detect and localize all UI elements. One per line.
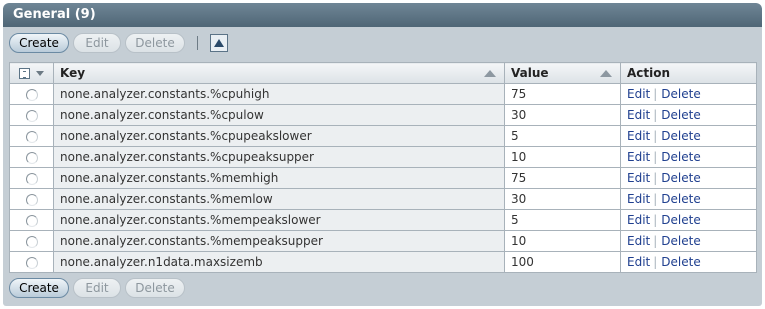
select-column-header[interactable] bbox=[9, 62, 54, 84]
delete-button[interactable]: Delete bbox=[125, 278, 185, 298]
table-row: none.analyzer.n1data.maxsizemb 100 Edit |… bbox=[9, 251, 757, 273]
row-edit-link[interactable]: Edit bbox=[627, 255, 650, 269]
table-row: none.analyzer.constants.%cpulow 30 Edit |… bbox=[9, 104, 757, 126]
action-column-header: Action bbox=[620, 62, 757, 84]
row-edit-link[interactable]: Edit bbox=[627, 87, 650, 101]
edit-button[interactable]: Edit bbox=[73, 278, 121, 298]
action-divider: | bbox=[653, 213, 658, 227]
row-edit-link[interactable]: Edit bbox=[627, 129, 650, 143]
triangle-up-icon bbox=[214, 39, 224, 47]
bottom-toolbar: Create Edit Delete bbox=[9, 277, 189, 299]
table-row: none.analyzer.constants.%cpupeaksupper 1… bbox=[9, 146, 757, 168]
row-delete-link[interactable]: Delete bbox=[661, 192, 700, 206]
action-divider: | bbox=[653, 255, 658, 269]
action-divider: | bbox=[653, 192, 658, 206]
table-row: none.analyzer.constants.%cpupeakslower 5… bbox=[9, 125, 757, 147]
chevron-down-icon[interactable] bbox=[36, 70, 44, 76]
row-select-radio[interactable] bbox=[25, 193, 38, 206]
row-select-radio[interactable] bbox=[25, 235, 38, 248]
action-divider: | bbox=[653, 171, 658, 185]
row-delete-link[interactable]: Delete bbox=[661, 213, 700, 227]
table-row: none.analyzer.constants.%cpuhigh 75 Edit… bbox=[9, 83, 757, 105]
toolbar-separator bbox=[197, 36, 198, 50]
row-value: 5 bbox=[504, 209, 621, 231]
row-select-radio[interactable] bbox=[25, 130, 38, 143]
select-all-icon[interactable] bbox=[19, 67, 30, 79]
row-value: 75 bbox=[504, 167, 621, 189]
row-select-radio[interactable] bbox=[25, 256, 38, 269]
row-edit-link[interactable]: Edit bbox=[627, 150, 650, 164]
value-header-label: Value bbox=[511, 66, 549, 80]
delete-button[interactable]: Delete bbox=[125, 33, 185, 53]
collapse-table-button[interactable] bbox=[210, 34, 228, 52]
row-delete-link[interactable]: Delete bbox=[661, 108, 700, 122]
sort-ascending-icon[interactable] bbox=[600, 70, 612, 77]
row-key: none.analyzer.constants.%memhigh bbox=[53, 167, 505, 189]
row-select-radio[interactable] bbox=[25, 88, 38, 101]
row-value: 10 bbox=[504, 146, 621, 168]
row-edit-link[interactable]: Edit bbox=[627, 108, 650, 122]
edit-button[interactable]: Edit bbox=[73, 33, 121, 53]
row-key: none.analyzer.constants.%mempeaksupper bbox=[53, 230, 505, 252]
row-select-radio[interactable] bbox=[25, 172, 38, 185]
row-value: 10 bbox=[504, 230, 621, 252]
row-key: none.analyzer.constants.%cpupeaksupper bbox=[53, 146, 505, 168]
row-select-radio[interactable] bbox=[25, 109, 38, 122]
create-button[interactable]: Create bbox=[9, 33, 69, 53]
action-divider: | bbox=[653, 234, 658, 248]
row-key: none.analyzer.constants.%memlow bbox=[53, 188, 505, 210]
row-edit-link[interactable]: Edit bbox=[627, 171, 650, 185]
row-key: none.analyzer.n1data.maxsizemb bbox=[53, 251, 505, 273]
table-row: none.analyzer.constants.%memhigh 75 Edit… bbox=[9, 167, 757, 189]
row-delete-link[interactable]: Delete bbox=[661, 129, 700, 143]
table-header-row: Key Value Action bbox=[9, 62, 757, 84]
action-divider: | bbox=[653, 87, 658, 101]
action-divider: | bbox=[653, 129, 658, 143]
row-select-radio[interactable] bbox=[25, 151, 38, 164]
create-button[interactable]: Create bbox=[9, 278, 69, 298]
action-divider: | bbox=[653, 150, 658, 164]
sort-ascending-icon[interactable] bbox=[484, 70, 496, 77]
table-row: none.analyzer.constants.%mempeakslower 5… bbox=[9, 209, 757, 231]
table-row: none.analyzer.constants.%memlow 30 Edit |… bbox=[9, 188, 757, 210]
row-value: 30 bbox=[504, 188, 621, 210]
row-key: none.analyzer.constants.%cpulow bbox=[53, 104, 505, 126]
row-key: none.analyzer.constants.%cpuhigh bbox=[53, 83, 505, 105]
row-select-radio[interactable] bbox=[25, 214, 38, 227]
row-edit-link[interactable]: Edit bbox=[627, 234, 650, 248]
row-delete-link[interactable]: Delete bbox=[661, 87, 700, 101]
row-value: 75 bbox=[504, 83, 621, 105]
row-delete-link[interactable]: Delete bbox=[661, 255, 700, 269]
row-edit-link[interactable]: Edit bbox=[627, 192, 650, 206]
row-key: none.analyzer.constants.%cpupeakslower bbox=[53, 125, 505, 147]
row-delete-link[interactable]: Delete bbox=[661, 150, 700, 164]
row-delete-link[interactable]: Delete bbox=[661, 171, 700, 185]
row-value: 5 bbox=[504, 125, 621, 147]
row-value: 100 bbox=[504, 251, 621, 273]
action-header-label: Action bbox=[627, 66, 671, 80]
row-edit-link[interactable]: Edit bbox=[627, 213, 650, 227]
top-toolbar: Create Edit Delete bbox=[9, 32, 228, 54]
general-panel: General (9) Create Edit Delete Key Value… bbox=[3, 3, 762, 306]
row-key: none.analyzer.constants.%mempeakslower bbox=[53, 209, 505, 231]
value-column-header[interactable]: Value bbox=[504, 62, 621, 84]
key-column-header[interactable]: Key bbox=[53, 62, 505, 84]
row-delete-link[interactable]: Delete bbox=[661, 234, 700, 248]
action-divider: | bbox=[653, 108, 658, 122]
table-row: none.analyzer.constants.%mempeaksupper 1… bbox=[9, 230, 757, 252]
properties-table: Key Value Action none.analyzer.constants… bbox=[9, 62, 757, 273]
panel-title: General (9) bbox=[3, 3, 762, 27]
key-header-label: Key bbox=[60, 66, 86, 80]
row-value: 30 bbox=[504, 104, 621, 126]
